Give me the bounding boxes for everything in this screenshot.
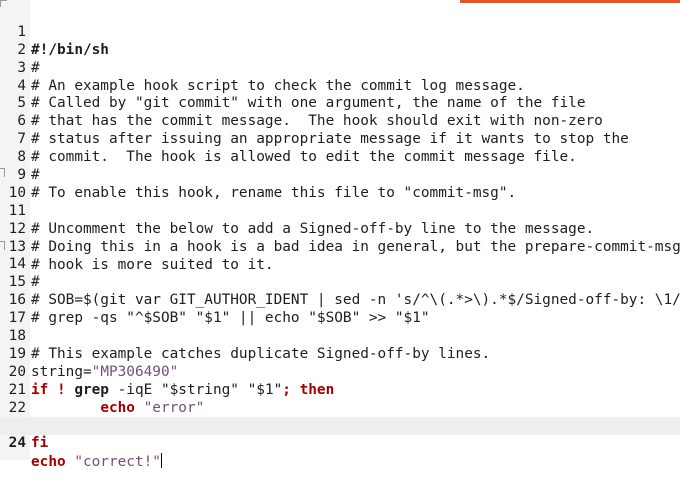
line-number: 24 — [8, 435, 26, 452]
code-line[interactable]: 5 # that has the commit message. The hoo… — [0, 78, 680, 129]
text-cursor — [160, 453, 162, 469]
code-line[interactable]: 6 # status after issuing an appropriate … — [0, 95, 680, 147]
string-literal: "correct!" — [65, 454, 161, 471]
code-line[interactable]: 9 # To enable this hook, rename this fil… — [0, 149, 680, 201]
code-line[interactable]: 23 fi — [0, 400, 680, 452]
keyword: echo — [31, 454, 66, 471]
code-line[interactable]: 8 # — [0, 131, 680, 183]
code-line[interactable]: 2 # — [0, 24, 680, 76]
code-line[interactable]: 3 # An example hook script to check the … — [0, 42, 680, 94]
code-line[interactable]: 16 # grep -qs "^$SOB" "$1" || echo "$SOB… — [0, 274, 680, 326]
code-line[interactable]: 1 #!/bin/sh — [0, 6, 680, 58]
code-line[interactable]: 14 # — [0, 239, 680, 290]
code-line[interactable]: 21 echo "error" — [0, 364, 680, 416]
line-text: echo "correct!" — [31, 453, 162, 472]
code-line[interactable]: 17 — [0, 292, 680, 326]
code-line[interactable]: 18 # This example catches duplicate Sign… — [0, 310, 680, 362]
current-code-line[interactable]: 24 echo "correct!" — [0, 417, 680, 470]
code-line[interactable]: 4 # Called by "git commit" with one argu… — [0, 60, 680, 112]
code-line[interactable]: 13 # hook is more suited to it. — [0, 221, 680, 273]
code-line[interactable]: 19 string="MP306490" — [0, 328, 680, 380]
code-line[interactable]: 22 exit 1 — [0, 382, 680, 434]
code-line[interactable]: 15 # SOB=$(git var GIT_AUTHOR_IDENT | se… — [0, 256, 680, 308]
code-editor[interactable]: 1 #!/bin/sh 2 # 3 # An example hook scri… — [0, 6, 680, 470]
code-line[interactable]: 20 if ! grep -iqE "$string" "$1"; then — [0, 346, 680, 398]
window-accent-bar — [460, 0, 680, 3]
code-line[interactable]: 10 — [0, 167, 680, 201]
code-line[interactable]: 12 # Doing this in a hook is a bad idea … — [0, 203, 680, 255]
code-line[interactable]: 11 # Uncomment the below to add a Signed… — [0, 185, 680, 237]
code-line[interactable]: 7 # commit. The hook is allowed to edit … — [0, 113, 680, 165]
